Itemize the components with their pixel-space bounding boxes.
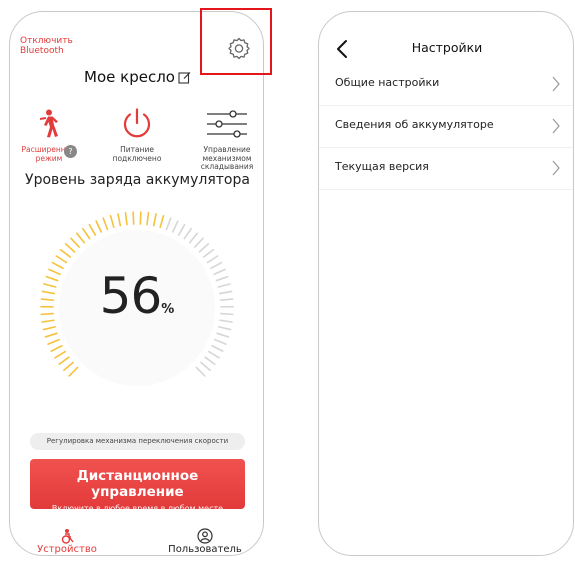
gauge-tick-filled [42, 326, 56, 331]
remote-control-button[interactable]: Дистанционное управление Включите в любо… [30, 459, 245, 513]
settings-header: Настройки [319, 38, 573, 60]
gauge-tick-filled [95, 220, 103, 233]
gauge-tick-filled [117, 213, 122, 227]
gauge-tick-filled [75, 232, 86, 244]
tab-device[interactable]: Устройство [22, 528, 112, 555]
phone-settings-screen: Настройки Общие настройки Сведения об ак… [318, 11, 574, 556]
chevron-right-icon [551, 159, 561, 181]
gauge-tick-filled [59, 248, 72, 258]
gauge-tick-filled [159, 214, 165, 229]
folding-control[interactable]: Управление механизмом складывания [190, 104, 263, 172]
gauge-tick-empty [195, 366, 206, 377]
gauge-tick-empty [204, 356, 216, 366]
chevron-right-icon [551, 75, 561, 97]
tab-device-label: Устройство [37, 544, 97, 555]
gauge-tick-filled [152, 213, 157, 227]
settings-item-version[interactable]: Текущая версия [319, 148, 573, 190]
gauge-tick-filled [47, 338, 60, 345]
gauge-tick-filled [55, 255, 68, 264]
gauge-tick-filled [54, 350, 67, 359]
gauge-tick-empty [211, 344, 224, 352]
gauge-tick-filled [82, 227, 91, 240]
gauge-tick-empty [200, 361, 211, 372]
gauge-tick-filled [109, 214, 115, 229]
remote-title: Дистанционное управление [76, 468, 199, 500]
edit-icon[interactable] [178, 70, 191, 88]
gauge-tick-empty [207, 350, 220, 359]
gauge-tick-filled [44, 332, 58, 338]
phone-device-screen: Отключить Bluetooth Мое кресло Расширенн… [9, 11, 264, 556]
disconnect-bluetooth-link[interactable]: Отключить Bluetooth [20, 36, 100, 56]
speed-adjust-button[interactable]: Регулировка механизма переключения скоро… [30, 433, 245, 450]
gauge-tick-filled [63, 361, 74, 372]
battery-percent: 56 [99, 267, 163, 325]
gauge-tick-empty [206, 255, 219, 264]
chevron-right-icon [551, 117, 561, 139]
power-label: Питание подключено [112, 145, 162, 163]
gauge-tick-filled [88, 223, 97, 236]
gauge-tick-empty [214, 338, 227, 345]
battery-value: 56% [37, 267, 237, 325]
help-icon[interactable]: ? [64, 145, 77, 158]
gauge-tick-filled [124, 211, 128, 226]
settings-item-label: Общие настройки [335, 76, 440, 89]
gauge-tick-empty [165, 217, 172, 231]
sliders-icon [190, 104, 263, 144]
gauge-tick-empty [193, 237, 204, 248]
tab-user[interactable]: Пользователь [160, 528, 250, 555]
battery-title: Уровень заряда аккумулятора [25, 172, 250, 188]
extended-mode-control[interactable]: Расширенный режим ? [12, 104, 86, 163]
gauge-tick-empty [202, 248, 215, 258]
gauge-tick-filled [50, 344, 63, 352]
gauge-tick-filled [146, 211, 150, 226]
gauge-tick-empty [171, 220, 179, 233]
settings-item-general[interactable]: Общие настройки [319, 64, 573, 106]
gauge-tick-empty [188, 232, 199, 244]
device-icon [22, 528, 112, 544]
gauge-tick-filled [58, 356, 70, 366]
settings-title: Настройки [411, 40, 483, 55]
walking-person-icon [12, 104, 86, 144]
settings-list: Общие настройки Сведения об аккумуляторе… [319, 64, 573, 190]
gauge-tick-empty [218, 326, 232, 331]
settings-item-label: Текущая версия [335, 160, 429, 173]
remote-subtitle: Включите в любое время в любом месте [51, 504, 224, 513]
gauge-tick-empty [177, 223, 186, 236]
settings-item-battery[interactable]: Сведения об аккумуляторе [319, 106, 573, 148]
settings-item-label: Сведения об аккумуляторе [335, 118, 494, 131]
gauge-tick-filled [102, 217, 109, 231]
gauge-tick-empty [198, 243, 210, 253]
user-icon [160, 528, 250, 544]
tab-user-label: Пользователь [168, 544, 242, 555]
percent-unit: % [161, 302, 175, 317]
gauge-tick-filled [70, 237, 81, 248]
power-control[interactable]: Питание подключено [100, 104, 174, 163]
gauge-tick-filled [64, 243, 76, 253]
folding-label: Управление механизмом складывания [200, 145, 254, 171]
gauge-tick-empty [216, 332, 230, 338]
power-icon [100, 104, 174, 144]
gauge-tick-empty [183, 227, 192, 240]
gauge-tick-filled [68, 366, 79, 377]
settings-highlight-box [200, 8, 272, 75]
